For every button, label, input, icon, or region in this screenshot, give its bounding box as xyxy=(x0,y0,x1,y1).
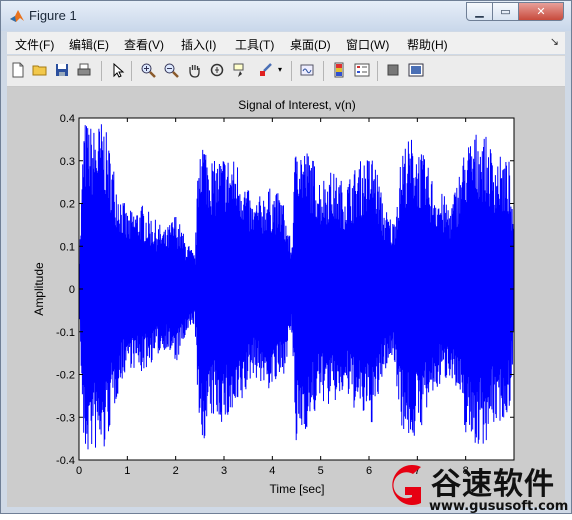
x-tick-label: 4 xyxy=(269,465,275,477)
brush-menu-icon[interactable]: ▾ xyxy=(275,61,285,79)
x-tick-label: 6 xyxy=(366,465,372,477)
x-tick-label: 0 xyxy=(76,465,82,477)
matlab-icon xyxy=(10,10,24,22)
watermark-url: www.gususoft.com xyxy=(429,499,569,514)
rotate-3d-icon[interactable] xyxy=(208,61,226,79)
legend-icon[interactable] xyxy=(353,61,371,79)
y-tick-label: -0.4 xyxy=(56,455,75,467)
menu-insert[interactable]: 插入(I) xyxy=(181,36,216,53)
signal-plot[interactable]: 0 1 2 3 4 5 6 7 8-0.4-0.3-0.2-0.100.10.20.30.4 S… xyxy=(7,87,565,507)
menu-bar: 文件(F) 编辑(E) 查看(V) 插入(I) 工具(T) 桌面(D) 窗口(W… xyxy=(7,32,565,54)
watermark: 谷速软件 www.gususoft.com xyxy=(379,457,572,515)
print-icon[interactable] xyxy=(75,61,93,79)
colorbar-icon[interactable] xyxy=(330,61,348,79)
menu-help[interactable]: 帮助(H) xyxy=(407,36,448,53)
new-figure-icon[interactable] xyxy=(9,61,27,79)
y-axis-label: Amplitude xyxy=(32,262,46,316)
y-tick-label: 0 xyxy=(69,284,75,296)
minimize-button[interactable]: ▁ xyxy=(466,2,493,21)
menu-dock-arrow-icon[interactable]: ↘ xyxy=(550,35,559,48)
toolbar-separator xyxy=(131,61,132,81)
menu-desktop[interactable]: 桌面(D) xyxy=(290,36,331,53)
watermark-text: 谷速软件 xyxy=(431,467,555,502)
chart-title: Signal of Interest, v(n) xyxy=(238,98,355,112)
toolbar-separator xyxy=(101,61,102,81)
y-tick-label: 0.1 xyxy=(60,241,75,253)
toolbar-separator xyxy=(323,61,324,81)
y-tick-label: -0.1 xyxy=(56,327,75,339)
figure-toolbar: ▾ xyxy=(7,55,565,87)
link-plot-icon[interactable] xyxy=(298,61,316,79)
maximize-icon: ▭ xyxy=(500,6,511,18)
x-tick-label: 5 xyxy=(318,465,324,477)
y-tick-label: 0.3 xyxy=(60,156,75,168)
x-tick-label: 1 xyxy=(124,465,130,477)
title-bar[interactable]: Figure 1 ▁ ▭ ✕ xyxy=(1,1,571,31)
y-tick-label: 0.4 xyxy=(60,113,75,125)
maximize-button[interactable]: ▭ xyxy=(492,2,519,21)
close-icon: ✕ xyxy=(536,6,546,18)
figure-window: Figure 1 ▁ ▭ ✕ 文件(F) 编辑(E) 查看(V) 插入(I) 工… xyxy=(0,0,572,514)
show-plot-tools-icon[interactable] xyxy=(407,61,425,79)
x-tick-label: 2 xyxy=(173,465,179,477)
zoom-in-icon[interactable] xyxy=(139,61,157,79)
edit-plot-icon[interactable] xyxy=(109,61,127,79)
pan-icon[interactable] xyxy=(185,61,203,79)
y-tick-label: -0.2 xyxy=(56,370,75,382)
menu-window[interactable]: 窗口(W) xyxy=(346,36,389,53)
window-title: Figure 1 xyxy=(29,8,77,23)
brush-icon[interactable] xyxy=(256,61,274,79)
watermark-logo-icon xyxy=(392,465,421,505)
save-icon[interactable] xyxy=(53,61,71,79)
menu-file[interactable]: 文件(F) xyxy=(15,36,54,53)
hide-plot-tools-icon[interactable] xyxy=(384,61,402,79)
close-button[interactable]: ✕ xyxy=(518,2,564,21)
toolbar-separator xyxy=(377,61,378,81)
toolbar-separator xyxy=(291,61,292,81)
open-file-icon[interactable] xyxy=(31,61,49,79)
x-tick-label: 3 xyxy=(221,465,227,477)
menu-edit[interactable]: 编辑(E) xyxy=(69,36,109,53)
menu-view[interactable]: 查看(V) xyxy=(124,36,164,53)
y-tick-label: 0.2 xyxy=(60,199,75,211)
y-tick-label: -0.3 xyxy=(56,412,75,424)
data-cursor-icon[interactable] xyxy=(231,61,249,79)
x-axis-label: Time [sec] xyxy=(270,482,325,496)
menu-tools[interactable]: 工具(T) xyxy=(235,36,274,53)
zoom-out-icon[interactable] xyxy=(162,61,180,79)
minimize-icon: ▁ xyxy=(475,6,484,18)
figure-canvas: 0 1 2 3 4 5 6 7 8 -0.4 -0.3 -0.2 -0.1 0 0.1 0.2 0.3 0.4 S… xyxy=(7,87,565,507)
